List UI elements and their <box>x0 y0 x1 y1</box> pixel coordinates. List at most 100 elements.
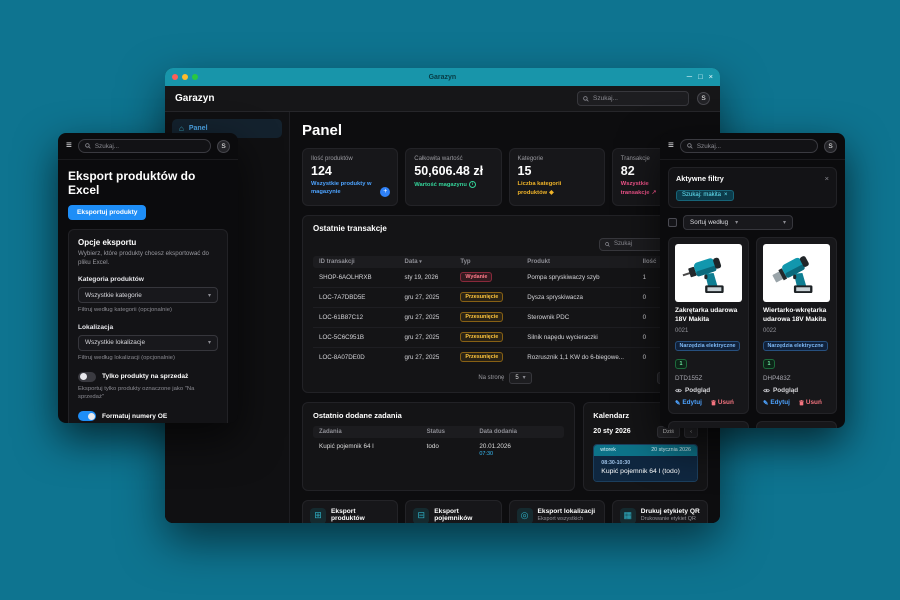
task-row[interactable]: Kupić pojemnik 64 l todo 20.01.2026 07:3… <box>313 438 564 457</box>
tx-id: LOC-5C6C951B <box>319 334 405 341</box>
stat-footer-link[interactable]: Liczba kategorii produktów◆ <box>518 181 582 198</box>
edit-button[interactable]: ✎Edytuj <box>675 399 702 407</box>
transactions-title: Ostatnie transakcje <box>313 224 697 233</box>
delete-button[interactable]: Usuń <box>711 399 734 406</box>
info-icon: i <box>469 181 476 188</box>
search-placeholder: Szukaj... <box>593 95 618 102</box>
traffic-zoom-button[interactable] <box>192 74 198 80</box>
stats-row: Ilość produktów 124 Wszystkie produkty w… <box>302 148 708 206</box>
tx-product: Pompa spryskiwaczy szyb <box>527 274 642 281</box>
tx-date: gru 27, 2025 <box>405 294 461 301</box>
avatar[interactable]: S <box>824 140 837 153</box>
product-name: Wiertarko-wkrętarka udarowa 18V Makita <box>763 307 830 325</box>
chevron-down-icon: ▾ <box>208 292 211 299</box>
options-desc: Wybierz, które produkty chcesz eksportow… <box>78 250 218 267</box>
tx-product: Rozrusznik 1,1 KW do 6-biegowe... <box>527 354 642 361</box>
stat-footer-link[interactable]: Wartość magazynui <box>414 181 478 190</box>
traffic-close-button[interactable] <box>172 74 178 80</box>
tx-id: SHOP-6AOLHRXB <box>319 274 405 281</box>
tasks-panel: Ostatnio dodane zadania Zadania Status D… <box>302 402 575 491</box>
window-title: Garazyn <box>202 74 683 81</box>
stat-label: Całkowita wartość <box>414 156 492 162</box>
stat-footer-link[interactable]: Wszystkie produkty w magazynie <box>311 181 375 197</box>
preview-button[interactable]: Podgląd <box>675 387 742 394</box>
export-options-card: Opcje eksportu Wybierz, które produkty c… <box>68 229 228 423</box>
transaction-row[interactable]: LOC-8A07DE0D gru 27, 2025 Przesunięcie R… <box>313 348 697 367</box>
tx-product: Sterownik PDC <box>527 314 642 321</box>
dashboard-content: Panel Ilość produktów 124 Wszystkie prod… <box>290 112 720 523</box>
stat-label: Kategorie <box>518 156 596 162</box>
avatar[interactable]: S <box>697 92 710 105</box>
global-search-input[interactable]: Szukaj... <box>577 91 689 106</box>
eye-icon <box>675 388 682 393</box>
transaction-row[interactable]: LOC-61B87C12 gru 27, 2025 Przesunięcie S… <box>313 308 697 328</box>
stat-value: 124 <box>311 164 389 178</box>
export-search-input[interactable]: Szukaj... <box>78 139 211 153</box>
remove-filter-icon[interactable]: × <box>724 192 728 198</box>
category-chip: Narzędzia elektryczne <box>675 341 740 351</box>
tx-product: Dysza spryskiwacza <box>527 294 642 301</box>
trash-icon <box>799 400 804 406</box>
type-badge: Przesunięcie <box>460 292 503 302</box>
avatar[interactable]: S <box>217 140 230 153</box>
category-select[interactable]: Wszystkie kategorie ▾ <box>78 287 218 303</box>
traffic-minimize-button[interactable] <box>182 74 188 80</box>
close-icon[interactable]: × <box>825 174 829 183</box>
quantity-chip: 1 <box>675 359 687 369</box>
delete-button[interactable]: Usuń <box>799 399 822 406</box>
transaction-row[interactable]: LOC-5C6C951B gru 27, 2025 Przesunięcie S… <box>313 328 697 348</box>
tasks-table-header: Zadania Status Data dodania <box>313 426 564 438</box>
hamburger-icon[interactable]: ≡ <box>668 141 674 151</box>
product-image-drill-driver[interactable] <box>763 244 830 302</box>
pencil-icon: ✎ <box>675 399 680 407</box>
chevron-down-icon: ▾ <box>783 219 786 226</box>
col-status: Status <box>427 429 480 435</box>
export-products-primary-button[interactable]: Eksportuj produkty <box>68 205 146 220</box>
close-icon[interactable]: × <box>709 73 713 81</box>
preview-button[interactable]: Podgląd <box>763 387 830 394</box>
search-filter-chip[interactable]: Szukaj: makita × <box>676 190 734 201</box>
tx-id: LOC-7A7DBD5E <box>319 294 405 301</box>
product-model: DTD155Z <box>675 375 742 382</box>
format-oe-label: Formatuj numery OE <box>102 413 167 420</box>
export-page-title: Eksport produktów do Excel <box>68 169 228 197</box>
sort-select[interactable]: Sortuj według ▾ ▾ <box>683 215 793 230</box>
product-image-impact-driver[interactable] <box>675 244 742 302</box>
filters-window: ≡ Szukaj... S Aktywne filtry × Szukaj: m… <box>660 133 845 428</box>
products-plus-icon: + <box>380 187 390 197</box>
maximize-icon[interactable]: □ <box>698 73 703 81</box>
select-all-checkbox[interactable] <box>668 218 677 227</box>
main-window: Garazyn ─ □ × Garazyn Szukaj... S ⌂ Pane… <box>165 68 720 523</box>
col-date-sort[interactable]: Data ▾ <box>405 259 461 265</box>
page-title: Panel <box>302 122 708 139</box>
hamburger-icon[interactable]: ≡ <box>66 141 72 151</box>
filters-search-input[interactable]: Szukaj... <box>680 139 818 153</box>
export-containers-icon: ⊟ <box>413 508 429 523</box>
type-badge: Przesunięcie <box>460 352 503 362</box>
col-type: Typ <box>460 259 527 265</box>
search-icon <box>583 96 589 102</box>
sale-only-toggle[interactable] <box>78 372 96 382</box>
transactions-table-header: ID transakcji Data ▾ Typ Produkt Ilość W… <box>313 256 697 268</box>
transaction-row[interactable]: LOC-7A7DBD5E gru 27, 2025 Przesunięcie D… <box>313 288 697 308</box>
tx-id: LOC-61B87C12 <box>319 314 405 321</box>
per-page-label: Na stronę <box>478 375 504 381</box>
minimize-icon[interactable]: ─ <box>687 73 692 81</box>
location-select[interactable]: Wszystkie lokalizacje ▾ <box>78 335 218 351</box>
task-name: Kupić pojemnik 64 l <box>319 443 427 457</box>
house-icon: ⌂ <box>179 124 184 133</box>
type-badge: Przesunięcie <box>460 312 503 322</box>
sidebar-item-label: Panel <box>189 125 208 132</box>
quantity-chip: 1 <box>763 359 775 369</box>
transaction-row[interactable]: SHOP-6AOLHRXB sty 19, 2026 Wydanie Pompa… <box>313 268 697 288</box>
format-oe-toggle[interactable] <box>78 411 96 421</box>
col-product: Produkt <box>527 259 642 265</box>
per-page-select[interactable]: 5 ▾ <box>509 372 531 384</box>
stat-card-categories: Kategorie 15 Liczba kategorii produktów◆ <box>509 148 605 206</box>
trend-icon: ↗ <box>651 190 656 196</box>
edit-button[interactable]: ✎Edytuj <box>763 399 790 407</box>
export-products-icon: ⊞ <box>310 508 326 523</box>
calendar-event[interactable]: wtorek 20 stycznia 2026 08:30-10:30 Kupi… <box>593 444 698 482</box>
location-help: Filtruj według lokalizacji (opcjonalnie) <box>78 354 218 362</box>
product-name: Zakrętarka udarowa 18V Makita <box>675 307 742 325</box>
